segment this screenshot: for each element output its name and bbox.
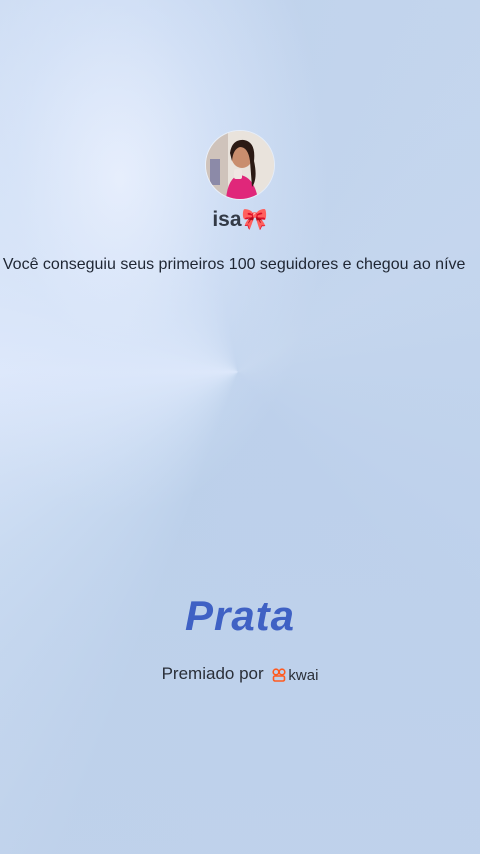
background-overlay [0,0,480,854]
username: isa🎀 [212,208,268,231]
awarded-by-line: Premiado por kwai [0,664,480,685]
avatar[interactable] [206,131,274,199]
kwai-logo-icon [272,668,286,682]
awarded-by-label: Premiado por [161,664,264,683]
kwai-brand: kwai [272,665,318,685]
achievement-message-text: s! Você conseguiu seus primeiros 100 seg… [0,256,466,273]
level-title: Prata [184,592,296,639]
achievement-message: s! Você conseguiu seus primeiros 100 seg… [0,256,480,274]
kwai-brand-name: kwai [288,666,319,684]
